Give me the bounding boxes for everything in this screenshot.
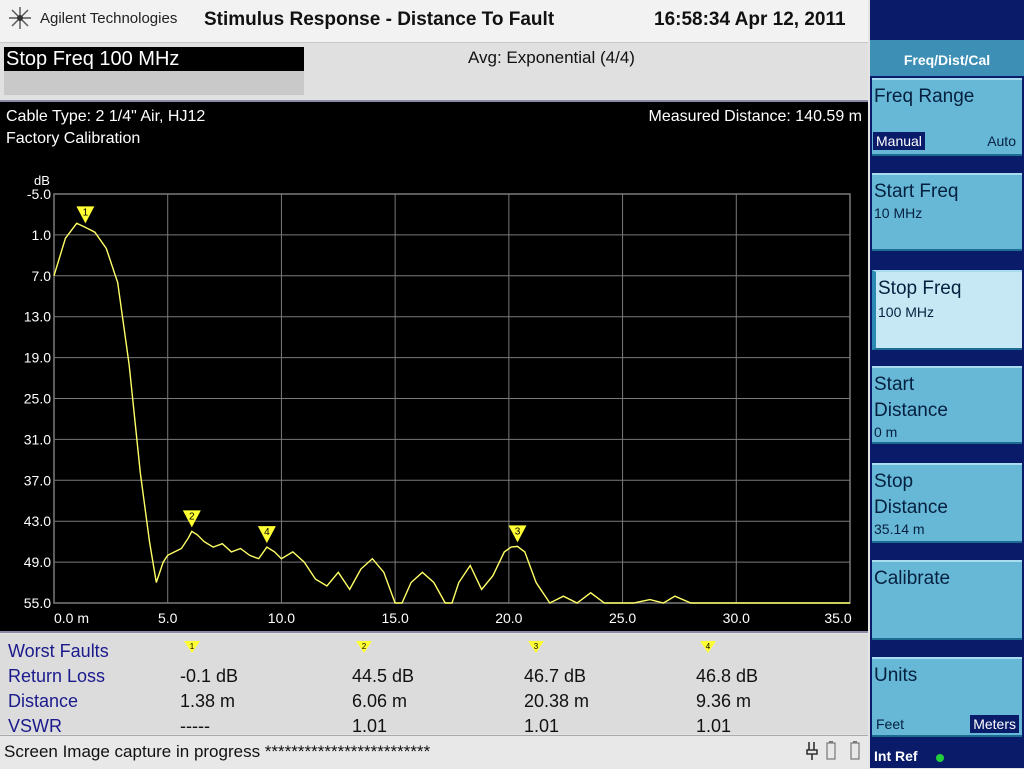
dtf-trace-line (53, 222, 850, 604)
softkey-start-distance-value: 0 m (874, 424, 898, 440)
fault-marker-3-icon: 3 (528, 641, 544, 653)
freq-range-auto-option[interactable]: Auto (984, 132, 1019, 150)
fault-4-vswr: 1.01 (696, 716, 732, 734)
x-tick-label: 20.0 (495, 610, 522, 626)
fault-2-vswr: 1.01 (352, 716, 388, 734)
row-label-vswr: VSWR (8, 716, 62, 734)
softkey-stop-distance[interactable]: Stop Distance 35.14 m (872, 463, 1022, 543)
row-label-distance: Distance (8, 691, 79, 711)
battery-icon-1 (826, 741, 836, 760)
y-tick-label: 43.0 (24, 513, 51, 529)
softkey-stop-distance-label2: Distance (874, 497, 948, 518)
svg-text:2: 2 (362, 642, 367, 651)
units-feet-option[interactable]: Feet (873, 715, 907, 733)
fault-marker-2-icon: 2 (356, 641, 372, 653)
cable-type: Cable Type: 2 1/4" Air, HJ12 (6, 108, 206, 125)
measured-distance: Measured Distance: 140.59 m (648, 108, 862, 125)
fault-4-return-loss: 46.8 dB (696, 666, 759, 686)
y-tick-label: 13.0 (24, 309, 51, 325)
calibration-type: Factory Calibration (6, 130, 141, 147)
softkey-menu-title: Freq/Dist/Cal (870, 40, 1024, 76)
y-tick-label: 1.0 (32, 227, 52, 243)
x-tick-label: 35.0 (824, 610, 851, 626)
svg-text:3: 3 (534, 642, 539, 651)
usb-plug-icon (806, 742, 818, 760)
freq-range-manual-option[interactable]: Manual (873, 132, 925, 150)
fault-2-return-loss: 44.5 dB (352, 666, 415, 686)
worst-faults-table: Worst Faults Return Loss Distance VSWR 1… (0, 634, 868, 734)
y-tick-label: 7.0 (32, 268, 52, 284)
softkey-start-freq-label: Start Freq (874, 181, 959, 202)
dtf-chart: 0.0 m 5.0 10.0 15.0 20.0 25.0 30.0 35.0 -5.0 1.0 7… (24, 173, 852, 626)
softkey-start-freq[interactable]: Start Freq 10 MHz (872, 173, 1022, 251)
fault-3-vswr: 1.01 (524, 716, 560, 734)
x-tick-label: 5.0 (158, 610, 178, 626)
softkey-stop-freq[interactable]: Stop Freq 100 MHz (872, 270, 1022, 350)
softkey-units[interactable]: Units Feet Meters (872, 657, 1022, 737)
fault-marker-label: 4 (264, 527, 270, 538)
softkey-start-distance-label1: Start (874, 374, 915, 395)
x-tick-label: 10.0 (268, 610, 295, 626)
softkey-units-label: Units (874, 665, 918, 686)
y-tick-label: 25.0 (24, 391, 51, 407)
x-tick-label: 25.0 (609, 610, 636, 626)
softkey-stop-distance-value: 35.14 m (874, 521, 925, 537)
fault-marker-label: 1 (83, 207, 89, 218)
softkey-start-freq-value: 10 MHz (874, 205, 923, 221)
softkey-freq-range[interactable]: Freq Range Manual Auto (872, 78, 1022, 156)
y-tick-label: 31.0 (24, 431, 51, 447)
fault-1-distance: 1.38 m (180, 691, 236, 711)
softkey-stop-freq-value: 100 MHz (878, 304, 935, 320)
softkey-stop-distance-label1: Stop (874, 471, 914, 492)
softkey-start-distance[interactable]: Start Distance 0 m (872, 366, 1022, 444)
y-axis-unit-label: dB (34, 173, 50, 188)
fault-2-distance: 6.06 m (352, 691, 408, 711)
softkey-calibrate-label: Calibrate (874, 568, 951, 589)
row-label-return-loss: Return Loss (8, 666, 106, 686)
y-tick-label: 49.0 (24, 554, 51, 570)
softkey-calibrate[interactable]: Calibrate (872, 560, 1022, 640)
fault-marker-1-icon: 1 (184, 641, 200, 653)
y-tick-label: 37.0 (24, 472, 51, 488)
fault-3-return-loss: 46.7 dB (524, 666, 587, 686)
reference-status: Int Ref (874, 748, 918, 764)
softkey-start-distance-label2: Distance (874, 400, 948, 421)
units-meters-option[interactable]: Meters (970, 715, 1019, 733)
fault-3-distance: 20.38 m (524, 691, 590, 711)
y-tick-label: -5.0 (27, 186, 51, 202)
y-tick-label: 19.0 (24, 350, 51, 366)
status-message: Screen Image capture in progress *******… (4, 742, 431, 761)
y-tick-label: 55.0 (24, 595, 51, 611)
fault-1-return-loss: -0.1 dB (180, 666, 239, 686)
fault-marker-label: 2 (189, 511, 195, 522)
fault-4-distance: 9.36 m (696, 691, 752, 711)
reference-led-icon (936, 754, 944, 762)
svg-text:1: 1 (190, 642, 195, 651)
x-tick-label: 30.0 (723, 610, 750, 626)
battery-icon-2 (850, 741, 860, 760)
fault-marker-label: 3 (515, 526, 521, 537)
softkey-stop-freq-label: Stop Freq (878, 278, 962, 299)
fault-1-vswr: ----- (180, 716, 210, 734)
x-tick-label: 0.0 m (54, 610, 89, 626)
svg-text:4: 4 (706, 642, 711, 651)
worst-faults-title: Worst Faults (8, 641, 109, 661)
softkey-freq-range-label: Freq Range (874, 86, 975, 107)
fault-marker-4-icon: 4 (700, 641, 716, 653)
x-tick-label: 15.0 (382, 610, 409, 626)
